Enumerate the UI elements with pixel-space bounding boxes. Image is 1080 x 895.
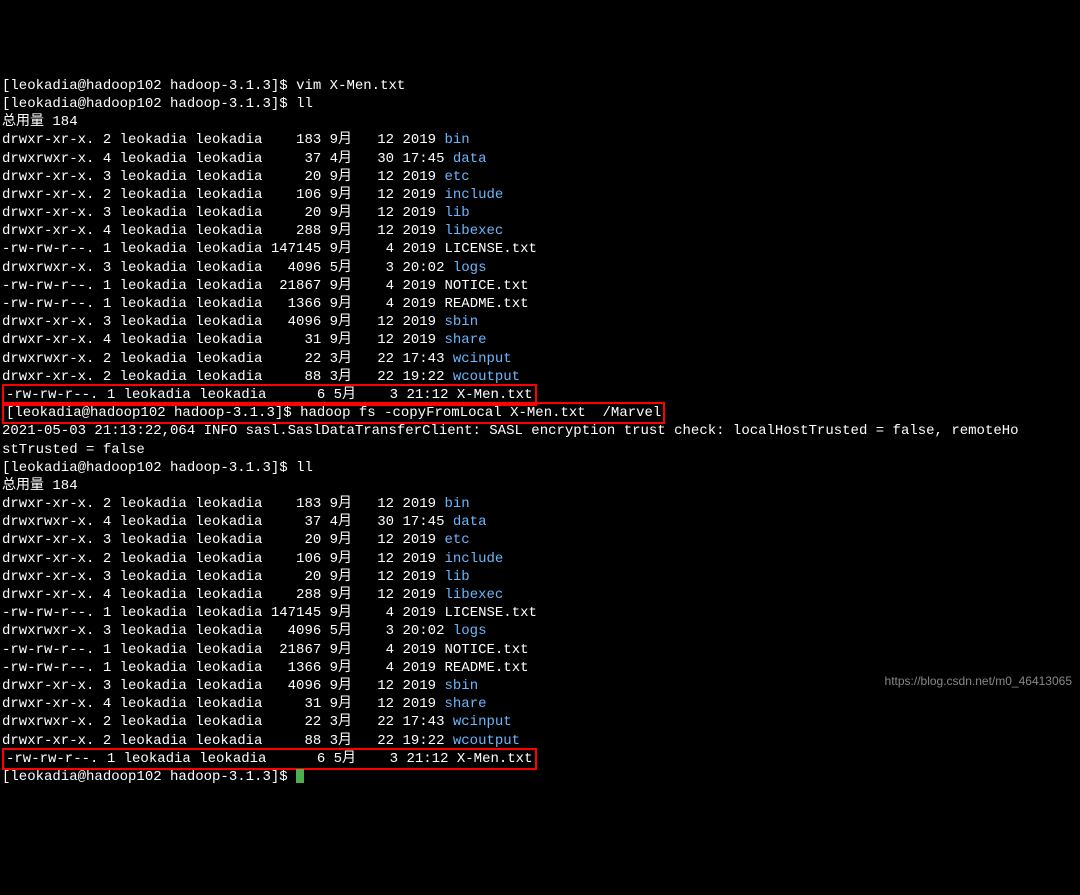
list-row: drwxr-xr-x. 3 leokadia leokadia 20 9月 12… <box>2 531 1078 549</box>
list-row: drwxr-xr-x. 3 leokadia leokadia 20 9月 12… <box>2 204 1078 222</box>
dir-name: libexec <box>444 587 503 603</box>
prompt-line: [leokadia@hadoop102 hadoop-3.1.3]$ ll <box>2 95 1078 113</box>
list-row: drwxrwxr-x. 2 leokadia leokadia 22 3月 22… <box>2 350 1078 368</box>
dir-name: sbin <box>444 314 478 330</box>
dir-name: etc <box>444 532 469 548</box>
list-row: drwxr-xr-x. 3 leokadia leokadia 4096 9月 … <box>2 313 1078 331</box>
command: vim X-Men.txt <box>296 78 405 94</box>
list-row: -rw-rw-r--. 1 leokadia leokadia 147145 9… <box>2 240 1078 258</box>
list-row: -rw-rw-r--. 1 leokadia leokadia 1366 9月 … <box>2 295 1078 313</box>
dir-name: wcoutput <box>453 369 520 385</box>
file-name: NOTICE.txt <box>444 278 528 294</box>
list-row: drwxr-xr-x. 4 leokadia leokadia 31 9月 12… <box>2 695 1078 713</box>
dir-name: include <box>444 187 503 203</box>
file-name: X-Men.txt <box>457 387 533 403</box>
prompt-line: [leokadia@hadoop102 hadoop-3.1.3]$ vim X… <box>2 77 1078 95</box>
watermark: https://blog.csdn.net/m0_46413065 <box>885 674 1072 690</box>
prompt-line: [leokadia@hadoop102 hadoop-3.1.3]$ <box>2 768 1078 786</box>
command: ll <box>296 460 313 476</box>
list-row: drwxr-xr-x. 2 leokadia leokadia 106 9月 1… <box>2 186 1078 204</box>
prompt-line: [leokadia@hadoop102 hadoop-3.1.3]$ ll <box>2 459 1078 477</box>
list-row: drwxr-xr-x. 3 leokadia leokadia 20 9月 12… <box>2 568 1078 586</box>
dir-name: etc <box>444 169 469 185</box>
list-row: drwxr-xr-x. 2 leokadia leokadia 106 9月 1… <box>2 550 1078 568</box>
list-row: drwxrwxr-x. 3 leokadia leokadia 4096 5月 … <box>2 259 1078 277</box>
file-name: NOTICE.txt <box>444 642 528 658</box>
command: hadoop fs -copyFromLocal X-Men.txt /Marv… <box>300 405 661 421</box>
dir-name: wcoutput <box>453 733 520 749</box>
prompt: [leokadia@hadoop102 hadoop-3.1.3]$ <box>2 460 296 476</box>
file-name: LICENSE.txt <box>444 605 536 621</box>
list-row: -rw-rw-r--. 1 leokadia leokadia 21867 9月… <box>2 641 1078 659</box>
dir-name: bin <box>444 496 469 512</box>
dir-name: wcinput <box>453 351 512 367</box>
prompt-line: [leokadia@hadoop102 hadoop-3.1.3]$ hadoo… <box>2 404 1078 422</box>
list-row: drwxr-xr-x. 4 leokadia leokadia 288 9月 1… <box>2 222 1078 240</box>
list-row: drwxrwxr-x. 3 leokadia leokadia 4096 5月 … <box>2 622 1078 640</box>
list-row: drwxrwxr-x. 2 leokadia leokadia 22 3月 22… <box>2 713 1078 731</box>
command: ll <box>296 96 313 112</box>
total-line: 总用量 184 <box>2 113 1078 131</box>
cursor <box>296 769 304 783</box>
dir-name: share <box>444 696 486 712</box>
prompt: [leokadia@hadoop102 hadoop-3.1.3]$ <box>2 78 296 94</box>
list-row: -rw-rw-r--. 1 leokadia leokadia 21867 9月… <box>2 277 1078 295</box>
prompt: [leokadia@hadoop102 hadoop-3.1.3]$ <box>6 405 300 421</box>
dir-name: include <box>444 551 503 567</box>
dir-name: sbin <box>444 678 478 694</box>
dir-name: share <box>444 332 486 348</box>
prompt: [leokadia@hadoop102 hadoop-3.1.3]$ <box>2 769 296 785</box>
dir-name: lib <box>444 205 469 221</box>
dir-name: libexec <box>444 223 503 239</box>
highlighted-row: -rw-rw-r--. 1 leokadia leokadia 6 5月 3 2… <box>2 748 537 770</box>
list-row: -rw-rw-r--. 1 leokadia leokadia 147145 9… <box>2 604 1078 622</box>
dir-name: lib <box>444 569 469 585</box>
dir-name: bin <box>444 132 469 148</box>
dir-name: logs <box>453 623 487 639</box>
dir-name: wcinput <box>453 714 512 730</box>
output-line: 2021-05-03 21:13:22,064 INFO sasl.SaslDa… <box>2 422 1078 440</box>
file-name: LICENSE.txt <box>444 241 536 257</box>
total-line: 总用量 184 <box>2 477 1078 495</box>
output-line: stTrusted = false <box>2 441 1078 459</box>
list-row: drwxr-xr-x. 2 leokadia leokadia 183 9月 1… <box>2 131 1078 149</box>
dir-name: logs <box>453 260 487 276</box>
dir-name: data <box>453 151 487 167</box>
file-name: README.txt <box>444 660 528 676</box>
file-name: README.txt <box>444 296 528 312</box>
list-row: -rw-rw-r--. 1 leokadia leokadia 6 5月 3 2… <box>2 750 1078 768</box>
dir-name: data <box>453 514 487 530</box>
list-row: drwxr-xr-x. 3 leokadia leokadia 20 9月 12… <box>2 168 1078 186</box>
highlighted-command: [leokadia@hadoop102 hadoop-3.1.3]$ hadoo… <box>2 402 665 424</box>
list-row: drwxr-xr-x. 4 leokadia leokadia 31 9月 12… <box>2 331 1078 349</box>
list-row: drwxrwxr-x. 4 leokadia leokadia 37 4月 30… <box>2 513 1078 531</box>
list-row: drwxr-xr-x. 2 leokadia leokadia 183 9月 1… <box>2 495 1078 513</box>
file-name: X-Men.txt <box>457 751 533 767</box>
list-row: drwxr-xr-x. 4 leokadia leokadia 288 9月 1… <box>2 586 1078 604</box>
prompt: [leokadia@hadoop102 hadoop-3.1.3]$ <box>2 96 296 112</box>
list-row: drwxrwxr-x. 4 leokadia leokadia 37 4月 30… <box>2 150 1078 168</box>
